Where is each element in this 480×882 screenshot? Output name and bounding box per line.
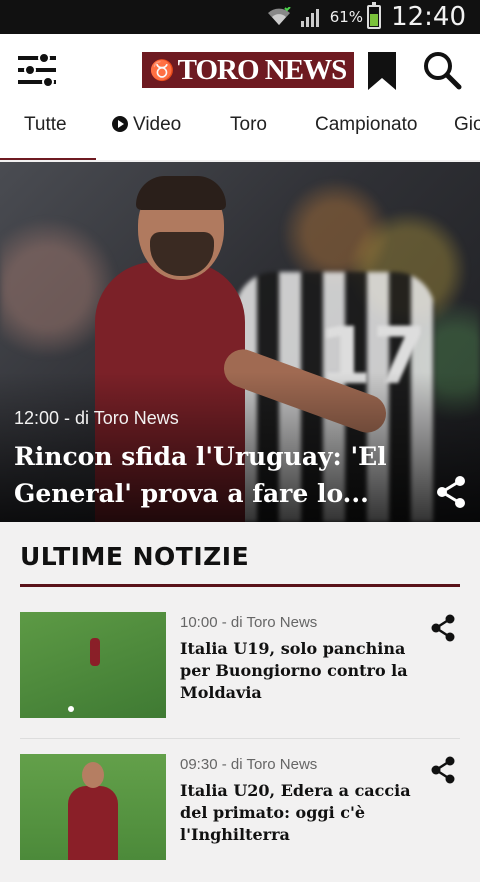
news-thumbnail xyxy=(20,612,166,718)
battery-percent: 61% xyxy=(329,8,364,26)
news-headline[interactable]: Italia U20, Edera a caccia del primato: … xyxy=(180,780,420,846)
tab-video[interactable]: Video xyxy=(112,106,181,160)
tab-tutte[interactable]: Tutte xyxy=(24,106,67,160)
clock: 12:40 xyxy=(391,2,466,32)
share-icon[interactable] xyxy=(436,476,466,508)
search-icon[interactable] xyxy=(422,50,462,90)
tab-campionato[interactable]: Campionato xyxy=(315,106,417,160)
active-tab-indicator xyxy=(0,158,96,160)
tab-label: Gio xyxy=(454,114,480,135)
signal-icon xyxy=(300,7,322,27)
share-icon[interactable] xyxy=(430,614,456,642)
bookmark-icon[interactable] xyxy=(366,52,398,90)
wifi-icon xyxy=(266,7,292,27)
player-figure xyxy=(68,786,118,860)
toro-news-logo[interactable]: ♉ TORO NEWS xyxy=(142,52,354,88)
player-figure xyxy=(90,638,100,666)
player-hair xyxy=(136,176,226,210)
news-item[interactable]: 10:00 - di Toro News Italia U19, solo pa… xyxy=(20,612,460,740)
player-head xyxy=(82,762,104,788)
category-tabs: Tutte Video Toro Campionato Gio xyxy=(0,106,480,160)
news-meta: 10:00 - di Toro News xyxy=(180,614,318,631)
tab-label: Campionato xyxy=(315,114,418,135)
section-divider xyxy=(20,584,460,587)
share-icon[interactable] xyxy=(430,756,456,784)
bull-icon: ♉ xyxy=(149,59,175,82)
news-thumbnail xyxy=(20,754,166,860)
battery-icon xyxy=(367,2,382,29)
hero-meta: 12:00 - di Toro News xyxy=(14,408,179,428)
tab-label: Toro xyxy=(230,114,267,135)
filter-menu-icon[interactable] xyxy=(18,52,58,88)
status-bar: 61% 12:40 xyxy=(0,0,480,34)
tab-label: Video xyxy=(133,114,182,135)
hero-title[interactable]: Rincon sfida l'Uruguay: 'El General' pro… xyxy=(14,438,424,512)
play-icon xyxy=(112,116,128,132)
ball xyxy=(68,706,74,712)
tab-label: Tutte xyxy=(24,114,67,135)
news-headline[interactable]: Italia U19, solo panchina per Buongiorno… xyxy=(180,638,420,704)
news-meta: 09:30 - di Toro News xyxy=(180,756,318,773)
section-title: ULTIME NOTIZIE xyxy=(20,542,250,571)
news-item[interactable]: 09:30 - di Toro News Italia U20, Edera a… xyxy=(20,754,460,882)
hero-article[interactable]: 17 12:00 - di Toro News Rincon sfida l'U… xyxy=(0,162,480,522)
tab-giornata[interactable]: Gio xyxy=(454,106,480,160)
logo-text: TORO NEWS xyxy=(177,53,348,86)
news-divider xyxy=(20,738,460,739)
app-header: ♉ TORO NEWS xyxy=(0,34,480,106)
tab-toro[interactable]: Toro xyxy=(230,106,267,160)
